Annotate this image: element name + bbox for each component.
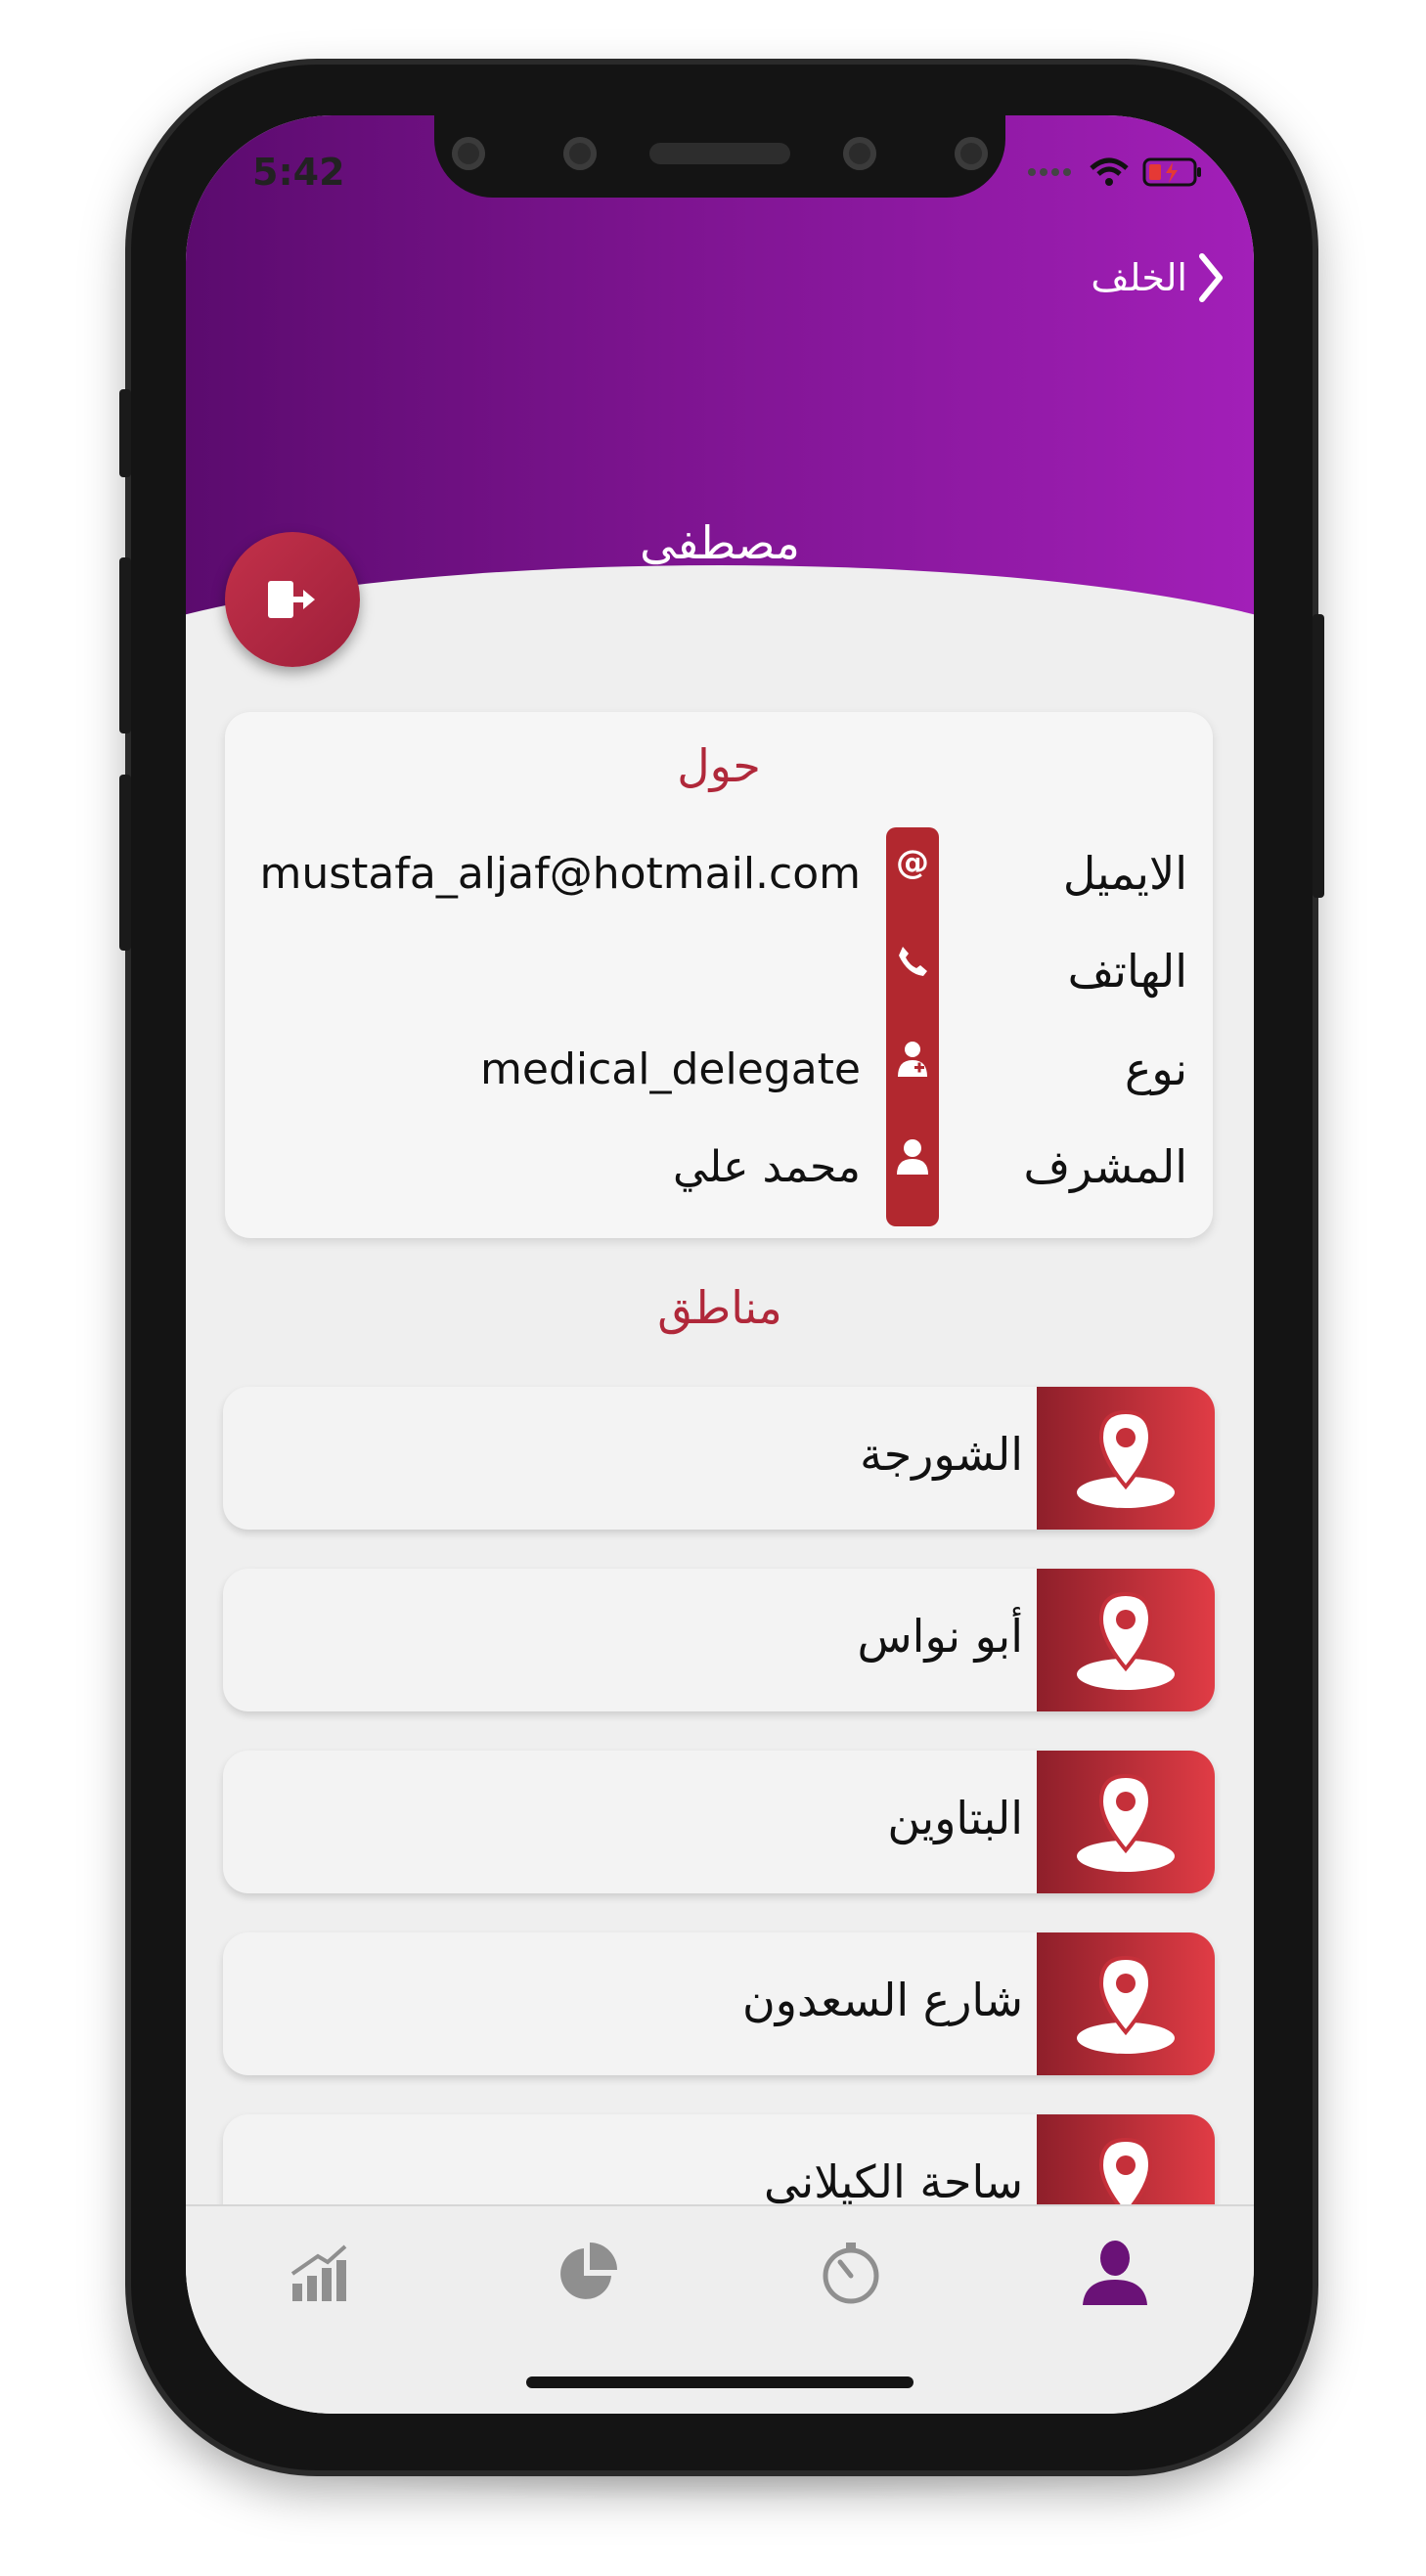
doctor-icon [886,1033,939,1086]
user-icon [886,1131,939,1183]
regions-title: مناطق [657,1281,782,1334]
about-card: حول @ الايميل mustafa_aljaf@hotmail.com … [225,712,1213,1238]
pie-chart-icon [560,2243,617,2299]
email-value: mustafa_aljaf@hotmail.com [259,849,862,899]
region-item[interactable]: الشورجة [223,1387,1215,1530]
region-item[interactable]: البتاوين [223,1751,1215,1893]
timer-icon [823,2243,879,2304]
about-title: حول [677,739,761,792]
tab-profile[interactable] [1076,2234,1154,2312]
region-name: أبو نواس [857,1610,1023,1663]
region-item[interactable]: أبو نواس [223,1569,1215,1711]
supervisor-label: المشرف [1023,1140,1188,1193]
volume-down-button [119,775,131,951]
volume-up-button [119,557,131,733]
wifi-icon [1090,157,1129,186]
tab-timer[interactable] [812,2234,890,2312]
region-name: ساحة الكيلاني [764,2155,1023,2208]
earpiece-speaker [649,143,790,164]
bar-chart-icon [290,2244,347,2301]
person-icon [1083,2241,1147,2305]
home-indicator [526,2376,914,2388]
battery-icon [1142,157,1201,187]
region-name: الشورجة [860,1428,1023,1481]
sensor-dot [452,137,485,170]
back-button[interactable]: الخلف [1091,252,1225,303]
app-screen: 5:42 الخلف مصطفى حول @ الايميل mustafa_a… [186,115,1254,2414]
type-label: نوع [1124,1043,1187,1095]
power-button [1313,614,1324,898]
tab-reports[interactable] [548,2234,626,2312]
sensor-dot [563,137,597,170]
map-pin-icon [1037,1932,1215,2075]
email-label: الايميل [1062,847,1187,900]
about-icon-strip: @ [886,827,939,1226]
region-item[interactable]: شارع السعدون [223,1932,1215,2075]
phone-icon [886,935,939,988]
status-icons [1027,156,1203,188]
map-pin-icon [1037,1569,1215,1711]
tab-statistics[interactable] [282,2234,360,2312]
status-time: 5:42 [252,151,345,194]
phone-label: الهاتف [1067,945,1187,998]
notch [434,115,1005,198]
sensor-dot [843,137,876,170]
logout-button[interactable] [225,532,360,667]
back-label: الخلف [1091,256,1187,299]
map-pin-icon [1037,1751,1215,1893]
cellular-signal-icon [1028,168,1071,176]
chevron-right-icon [1199,253,1223,302]
front-camera [955,137,988,170]
map-pin-icon [1037,1387,1215,1530]
mute-switch [119,389,131,477]
logout-icon [268,581,315,618]
svg-text:@: @ [896,844,929,882]
supervisor-value: محمد علي [673,1142,861,1192]
region-name: البتاوين [887,1792,1023,1844]
type-value: medical_delegate [480,1044,861,1094]
region-name: شارع السعدون [741,1974,1023,2026]
at-icon: @ [886,837,939,890]
